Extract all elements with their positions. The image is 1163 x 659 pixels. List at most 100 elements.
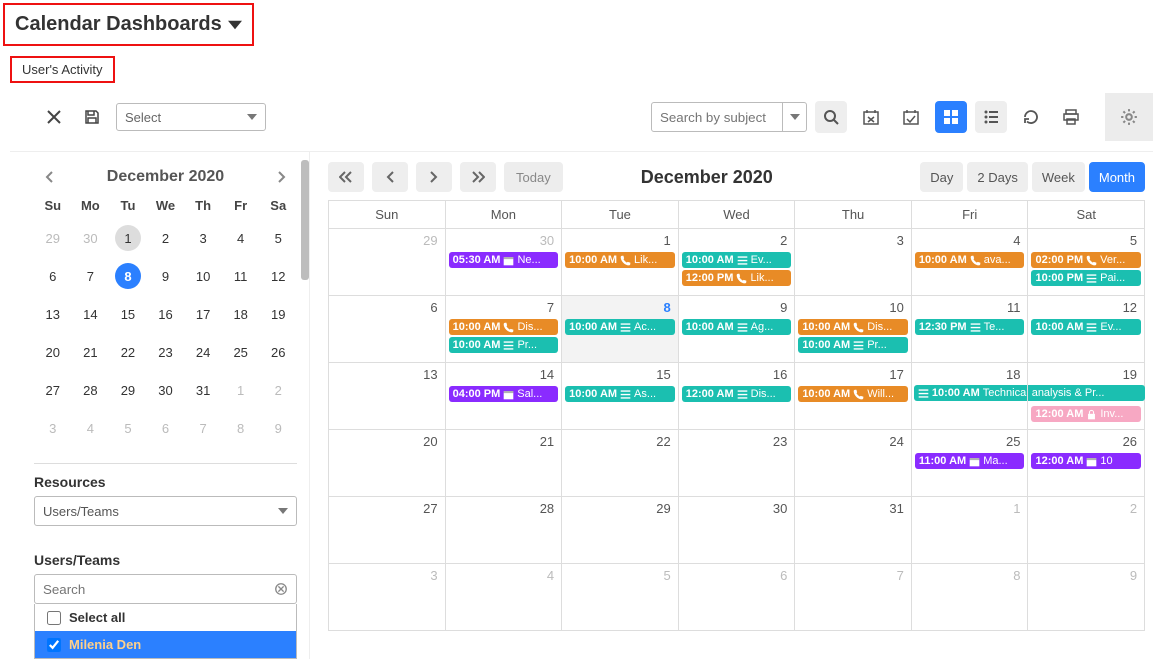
event[interactable]: 12:30 PM Te...	[915, 319, 1025, 335]
calendar-x-button[interactable]	[855, 101, 887, 133]
calendar-day[interactable]: 29	[561, 497, 678, 563]
mini-day[interactable]: 1	[222, 371, 260, 409]
event[interactable]: 05:30 AM Ne...	[449, 252, 559, 268]
calendar-day[interactable]: 2511:00 AM Ma...	[911, 430, 1028, 496]
mini-day[interactable]: 9	[259, 409, 297, 447]
mini-day[interactable]: 5	[109, 409, 147, 447]
view-tab-2-days[interactable]: 2 Days	[967, 162, 1027, 192]
mini-day[interactable]: 10	[184, 257, 222, 295]
event[interactable]: 10:00 AM Lik...	[565, 252, 675, 268]
calendar-day[interactable]: 9	[1027, 564, 1144, 630]
view-tab-day[interactable]: Day	[920, 162, 963, 192]
mini-day[interactable]: 30	[147, 371, 185, 409]
mini-day[interactable]: 6	[147, 409, 185, 447]
tab-users-activity[interactable]: User's Activity	[10, 56, 115, 83]
mini-day[interactable]: 7	[72, 257, 110, 295]
mini-day[interactable]: 24	[184, 333, 222, 371]
users-search-input[interactable]	[43, 582, 274, 597]
calendar-day[interactable]: 710:00 AM Dis...10:00 AM Pr...	[445, 296, 562, 362]
calendar-day[interactable]: 1510:00 AM As...	[561, 363, 678, 429]
mini-day[interactable]: 28	[72, 371, 110, 409]
event[interactable]: 12:00 AM 10	[1031, 453, 1141, 469]
calendar-check-button[interactable]	[895, 101, 927, 133]
view-tab-month[interactable]: Month	[1089, 162, 1145, 192]
calendar-day[interactable]: 3	[794, 229, 911, 295]
save-button[interactable]	[78, 103, 106, 131]
mini-day[interactable]: 25	[222, 333, 260, 371]
calendar-day[interactable]: 23	[678, 430, 795, 496]
mini-day[interactable]: 5	[259, 219, 297, 257]
list-view-button[interactable]	[975, 101, 1007, 133]
calendar-day[interactable]: 110:00 AM Lik...	[561, 229, 678, 295]
select-all-checkbox[interactable]	[47, 611, 61, 625]
calendar-day[interactable]: 1010:00 AM Dis...10:00 AM Pr...	[794, 296, 911, 362]
calendar-day[interactable]: 210:00 AM Ev...12:00 PM Lik...	[678, 229, 795, 295]
settings-button[interactable]	[1105, 93, 1153, 141]
calendar-day[interactable]: 31	[794, 497, 911, 563]
event[interactable]: 10:00 AM ava...	[915, 252, 1025, 268]
event[interactable]: 11:00 AM Ma...	[915, 453, 1025, 469]
mini-day[interactable]: 8	[109, 257, 147, 295]
mini-day[interactable]: 3	[184, 219, 222, 257]
next-month-button[interactable]	[271, 166, 293, 188]
calendar-day[interactable]: 13	[329, 363, 445, 429]
search-button[interactable]	[815, 101, 847, 133]
mini-day[interactable]: 12	[259, 257, 297, 295]
event[interactable]: 10:00 AM Pr...	[798, 337, 908, 353]
event[interactable]: 12:00 PM Lik...	[682, 270, 792, 286]
mini-day[interactable]: 27	[34, 371, 72, 409]
calendar-day[interactable]: 810:00 AM Ac...	[561, 296, 678, 362]
mini-day[interactable]: 26	[259, 333, 297, 371]
event[interactable]: 10:00 AM Dis...	[449, 319, 559, 335]
mini-day[interactable]: 29	[34, 219, 72, 257]
calendar-day[interactable]: 24	[794, 430, 911, 496]
mini-day[interactable]: 3	[34, 409, 72, 447]
calendar-day[interactable]: 2612:00 AM 10	[1027, 430, 1144, 496]
mini-day[interactable]: 13	[34, 295, 72, 333]
event[interactable]: 04:00 PM Sal...	[449, 386, 559, 402]
mini-day[interactable]: 1	[109, 219, 147, 257]
calendar-day[interactable]: 1404:00 PM Sal...	[445, 363, 562, 429]
mini-day[interactable]: 30	[72, 219, 110, 257]
mini-day[interactable]: 8	[222, 409, 260, 447]
prev-button[interactable]	[372, 162, 408, 192]
refresh-button[interactable]	[1015, 101, 1047, 133]
calendar-day[interactable]: 8	[911, 564, 1028, 630]
today-button[interactable]: Today	[504, 162, 563, 192]
event[interactable]: 12:00 AM Inv...	[1031, 406, 1141, 422]
calendar-day[interactable]: 6	[678, 564, 795, 630]
mini-day[interactable]: 4	[222, 219, 260, 257]
event[interactable]: 12:00 AM Dis...	[682, 386, 792, 402]
mini-day[interactable]: 22	[109, 333, 147, 371]
scrollbar[interactable]	[301, 160, 309, 280]
calendar-day[interactable]: 1210:00 AM Ev...	[1027, 296, 1144, 362]
mini-day[interactable]: 7	[184, 409, 222, 447]
calendar-day[interactable]: 30	[678, 497, 795, 563]
calendar-day[interactable]: 1710:00 AM Will...	[794, 363, 911, 429]
mini-day[interactable]: 23	[147, 333, 185, 371]
users-search[interactable]	[34, 574, 297, 604]
event[interactable]: 10:00 AM As...	[565, 386, 675, 402]
mini-day[interactable]: 15	[109, 295, 147, 333]
calendar-day[interactable]: 20	[329, 430, 445, 496]
calendar-day[interactable]: 1612:00 AM Dis...	[678, 363, 795, 429]
mini-day[interactable]: 11	[222, 257, 260, 295]
close-button[interactable]	[40, 103, 68, 131]
search-dropdown-toggle[interactable]	[782, 103, 806, 131]
select-all-row[interactable]: Select all	[35, 604, 296, 631]
search-box[interactable]	[651, 102, 807, 132]
event[interactable]: 02:00 PM Ver...	[1031, 252, 1141, 268]
prev-month-button[interactable]	[38, 166, 60, 188]
event[interactable]: 10:00 AM Ev...	[682, 252, 792, 268]
calendar-day[interactable]: 3	[329, 564, 445, 630]
page-title-dropdown[interactable]: Calendar Dashboards	[3, 3, 254, 46]
grid-view-button[interactable]	[935, 101, 967, 133]
calendar-day[interactable]: 910:00 AM Ag...	[678, 296, 795, 362]
calendar-day[interactable]: 1	[911, 497, 1028, 563]
calendar-day[interactable]: 1112:30 PM Te...	[911, 296, 1028, 362]
calendar-day[interactable]: 1912:00 AM Inv...	[1027, 363, 1144, 429]
calendar-day[interactable]: 7	[794, 564, 911, 630]
resources-dropdown[interactable]: Users/Teams	[34, 496, 297, 526]
select-dropdown[interactable]: Select	[116, 103, 266, 131]
mini-day[interactable]: 20	[34, 333, 72, 371]
